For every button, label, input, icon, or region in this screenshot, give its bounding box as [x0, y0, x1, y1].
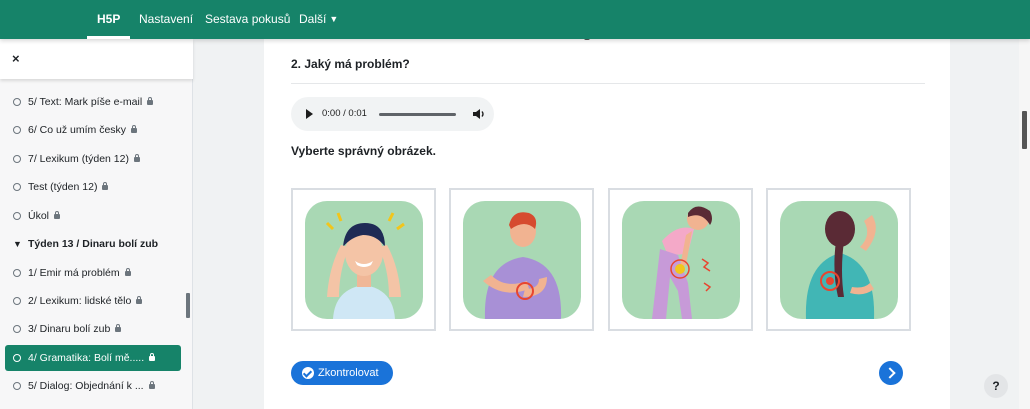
circle-icon	[13, 183, 21, 191]
stomachache-image	[483, 212, 562, 319]
sidebar-item-label: 2/ Lexikum: lidské tělo	[28, 295, 132, 307]
lock-icon	[102, 182, 109, 190]
sidebar-item[interactable]: 5/ Dialog: Objednání k ...	[5, 373, 181, 399]
image-choice-4[interactable]	[766, 188, 911, 331]
circle-icon	[13, 269, 21, 277]
course-index-sidebar: × 5/ Text: Mark píše e-mail 6/ Co už umí…	[0, 39, 193, 409]
sidebar-item-label: 3/ Dinaru bolí zub	[28, 323, 111, 335]
sidebar-header: ×	[0, 39, 193, 79]
audio-player: 0:00 / 0:01	[291, 97, 494, 131]
sidebar-section-label: Týden 13 / Dinaru bolí zub	[28, 238, 159, 250]
nav-attempts-report[interactable]: Sestava pokusů	[205, 0, 290, 39]
circle-icon	[13, 382, 21, 390]
sidebar-item-active[interactable]: 4/ Gramatika: Bolí mě.....	[5, 345, 181, 371]
lock-icon	[131, 125, 138, 133]
image-choice-3[interactable]	[608, 188, 753, 331]
sidebar-item-label: 1/ Emir má problém	[28, 267, 120, 279]
sidebar-item-label: 5/ Text: Mark píše e-mail	[28, 96, 143, 108]
nav-more[interactable]: Další ▼	[299, 0, 338, 39]
audio-progress-bar[interactable]	[379, 113, 456, 116]
close-icon[interactable]: ×	[12, 51, 20, 66]
sidebar-item-label: 7/ Lexikum (týden 12)	[28, 153, 129, 165]
divider	[291, 83, 925, 84]
sidebar-item-label: 6/ Co už umím česky	[28, 124, 127, 136]
play-icon[interactable]	[306, 109, 313, 119]
sidebar-item-label: Test (týden 12)	[28, 181, 98, 193]
instruction-text: Vyberte správný obrázek.	[291, 144, 436, 158]
nav-more-label: Další	[299, 12, 327, 26]
question-title: 2. Jaký má problém?	[291, 57, 410, 71]
tile-background	[463, 201, 581, 319]
lock-icon	[149, 353, 156, 361]
sidebar-item-label: 4/ Gramatika: Bolí mě.....	[28, 352, 145, 364]
lock-icon	[54, 211, 61, 219]
check-button-label: Zkontrolovat	[318, 367, 379, 379]
circle-icon	[13, 354, 21, 362]
lock-icon	[115, 324, 122, 332]
check-circle-icon	[302, 367, 314, 379]
sidebar-item[interactable]: 3/ Dinaru bolí zub	[5, 316, 181, 342]
page-scrollbar[interactable]	[1019, 39, 1030, 409]
circle-icon	[13, 155, 21, 163]
sidebar-item[interactable]: 1/ Emir má problém	[5, 260, 181, 286]
image-choice-1[interactable]	[291, 188, 436, 331]
next-button[interactable]	[879, 361, 903, 385]
page-scrollbar-thumb[interactable]	[1022, 111, 1027, 149]
lock-icon	[124, 268, 131, 276]
sidebar-scrollbar[interactable]	[186, 293, 190, 318]
back-pain-image	[805, 211, 876, 319]
nav-h5p[interactable]: H5P	[87, 0, 131, 39]
sidebar-item[interactable]: 2/ Lexikum: lidské tělo	[5, 288, 181, 314]
nav-settings[interactable]: Nastavení	[139, 0, 193, 39]
tile-background	[305, 201, 423, 319]
circle-icon	[13, 297, 21, 305]
sidebar-section-week13[interactable]: ▼ Týden 13 / Dinaru bolí zub	[5, 231, 181, 257]
sidebar-item[interactable]: Test (týden 12)	[5, 174, 181, 200]
tile-background	[780, 201, 898, 319]
circle-icon	[13, 126, 21, 134]
volume-icon[interactable]	[472, 107, 486, 121]
help-button[interactable]: ?	[984, 374, 1008, 398]
sidebar-item[interactable]: 7/ Lexikum (týden 12)	[5, 146, 181, 172]
sidebar-item-label: 5/ Dialog: Objednání k ...	[28, 380, 144, 392]
check-button[interactable]: Zkontrolovat	[291, 361, 393, 385]
circle-icon	[13, 325, 21, 333]
headache-image	[325, 212, 405, 319]
sidebar-item[interactable]: 6/ Co už umím česky	[5, 117, 181, 143]
lock-icon	[133, 154, 140, 162]
chevron-down-icon: ▼	[329, 14, 339, 24]
audio-time: 0:00 / 0:01	[322, 108, 367, 119]
knee-pain-image	[652, 206, 712, 319]
lock-icon	[147, 97, 154, 105]
top-navbar: H5P Nastavení Sestava pokusů Další ▼	[0, 0, 1030, 39]
sidebar-item-label: Úkol	[28, 210, 50, 222]
image-choice-2[interactable]	[449, 188, 594, 331]
circle-icon	[13, 212, 21, 220]
lock-icon	[136, 296, 143, 304]
sidebar-item[interactable]: Úkol	[5, 203, 181, 229]
circle-icon	[13, 98, 21, 106]
lock-icon	[148, 381, 155, 389]
sidebar-item[interactable]: 5/ Text: Mark píše e-mail	[5, 89, 181, 115]
h5p-content: 2. Jaký má problém? 0:00 / 0:01 Vyberte …	[264, 36, 950, 409]
tile-background	[622, 201, 740, 319]
chevron-down-icon: ▼	[13, 239, 22, 249]
